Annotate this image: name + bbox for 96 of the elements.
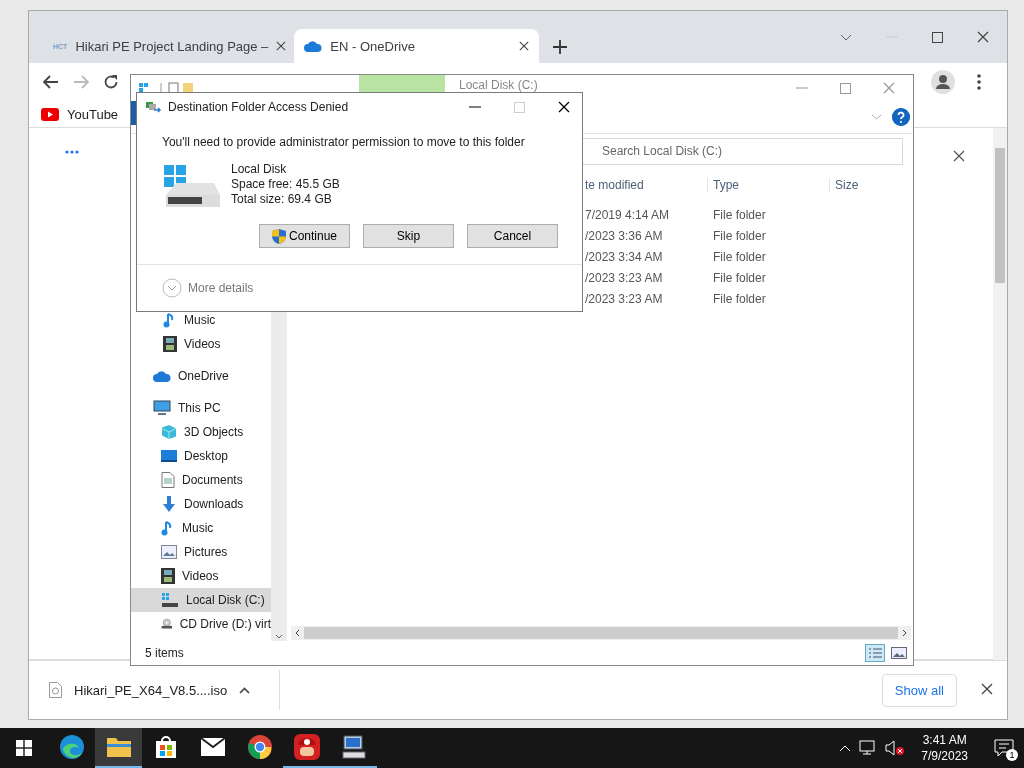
scroll-down-icon[interactable] <box>274 634 283 639</box>
network-icon[interactable] <box>859 740 878 756</box>
table-cell-text: /2023 3:23 AM <box>584 291 664 306</box>
shield-icon <box>271 228 286 244</box>
scroll-right-icon[interactable] <box>902 629 908 637</box>
bookmark-link[interactable]: YouTube <box>67 106 119 122</box>
folder-icon[interactable] <box>105 736 132 758</box>
nav-item[interactable]: Videos <box>131 332 271 356</box>
show-all-button[interactable]: Show all <box>881 673 957 707</box>
nav-item[interactable]: Desktop <box>131 444 271 468</box>
profile-avatar-icon[interactable] <box>931 70 955 94</box>
taskbar-button[interactable] <box>95 728 142 768</box>
tab-close-icon[interactable] <box>519 41 530 51</box>
dialog-button[interactable]: Skip <box>363 224 454 248</box>
drive-name: Local Disk <box>231 163 288 176</box>
chevron-down-icon[interactable] <box>840 33 852 41</box>
clock[interactable]: 3:41 AM 7/9/2023 <box>913 732 976 764</box>
notification-count: 1 <box>1006 749 1018 761</box>
browser-tab[interactable]: EN - OneDrive <box>294 29 540 63</box>
more-dots-icon[interactable] <box>65 150 79 154</box>
download-arrow-icon <box>161 496 177 512</box>
new-tab-icon[interactable] <box>553 40 568 54</box>
table-cell-text: File folder <box>712 249 767 264</box>
column-header[interactable]: te modified <box>583 178 707 192</box>
cube-icon <box>161 424 177 440</box>
total-size: Total size: 69.4 GB <box>231 193 333 206</box>
file-icon <box>49 682 62 698</box>
download-bar-close-icon[interactable] <box>981 682 993 695</box>
drive-icon <box>161 592 179 608</box>
windows-start-icon[interactable] <box>16 740 32 756</box>
browser-wave-icon[interactable] <box>58 734 85 760</box>
chevron-up-icon[interactable] <box>839 744 852 752</box>
download-filename[interactable]: Hikari_PE_X64_V8.5....iso <box>74 682 228 698</box>
film-icon <box>161 568 175 584</box>
speaker-muted-icon[interactable] <box>885 740 906 756</box>
table-cell-text: File folder <box>712 270 767 285</box>
table-cell-text: 7/2019 4:14 AM <box>584 207 671 222</box>
monitor-icon <box>153 400 171 416</box>
window-title: Local Disk (C:) <box>459 77 538 92</box>
document-icon <box>161 472 175 488</box>
kebab-menu-icon[interactable] <box>977 74 981 90</box>
cloud-icon <box>304 40 323 52</box>
reload-icon[interactable] <box>103 74 119 90</box>
film-icon <box>163 336 177 352</box>
nav-item[interactable]: 3D Objects <box>131 420 271 444</box>
nav-item[interactable]: Music <box>131 308 271 332</box>
dialog-button[interactable]: Continue <box>259 224 350 248</box>
nav-item[interactable]: Local Disk (C:) <box>131 588 271 612</box>
picture-icon <box>161 545 177 559</box>
nav-item[interactable]: Downloads <box>131 492 271 516</box>
item-count: 5 items <box>145 646 184 660</box>
play-logo-icon <box>41 107 59 121</box>
close-icon[interactable] <box>558 101 570 113</box>
desktop-icon <box>161 449 177 463</box>
help-icon[interactable] <box>892 108 910 126</box>
nav-item[interactable]: Music <box>131 516 271 540</box>
mail-icon[interactable] <box>199 737 226 757</box>
column-header[interactable]: Size <box>829 178 909 192</box>
scroll-left-icon[interactable] <box>294 629 300 637</box>
hard-drive-icon <box>162 163 222 209</box>
tab-close-icon[interactable] <box>276 41 287 51</box>
table-cell-text: File folder <box>712 291 767 306</box>
game-icon[interactable] <box>292 733 321 761</box>
table-cell-text: File folder <box>712 228 767 243</box>
scrollbar[interactable] <box>291 626 911 640</box>
close-icon[interactable] <box>977 31 989 43</box>
nav-item[interactable]: Documents <box>131 468 271 492</box>
nav-item[interactable]: This PC <box>131 396 271 420</box>
computer-icon[interactable] <box>340 734 367 760</box>
more-details-link[interactable]: More details <box>188 281 254 295</box>
space-free: Space free: 45.5 GB <box>231 178 340 191</box>
move-icon <box>146 101 162 113</box>
maximize-icon[interactable] <box>932 31 943 43</box>
table-cell-text: File folder <box>712 207 767 222</box>
dialog-button[interactable]: Cancel <box>467 224 558 248</box>
nav-item[interactable]: OneDrive <box>131 364 271 388</box>
thumbnail-view-icon[interactable] <box>891 647 907 659</box>
nav-item[interactable]: CD Drive (D:) virt <box>131 612 271 636</box>
caret-up-icon[interactable] <box>239 686 251 694</box>
back-arrow-icon[interactable] <box>43 75 59 89</box>
notification-icon[interactable] <box>994 739 1014 757</box>
dialog-message: You'll need to provide administrator permission to move to this folder <box>162 135 526 149</box>
chrome-icon[interactable] <box>246 734 273 760</box>
table-cell-text: /2023 3:36 AM <box>584 228 664 243</box>
table-cell-text: /2023 3:34 AM <box>584 249 664 264</box>
cloud-icon <box>153 370 171 382</box>
maximize-icon <box>514 101 525 113</box>
shopping-bag-icon[interactable] <box>153 735 178 759</box>
nav-item[interactable]: Videos <box>131 564 271 588</box>
scrollbar[interactable] <box>993 128 1007 660</box>
table-cell-text: /2023 3:23 AM <box>584 270 664 285</box>
dialog-title: Destination Folder Access Denied <box>168 100 349 114</box>
column-header[interactable]: Type <box>707 178 829 192</box>
nav-item[interactable]: Pictures <box>131 540 271 564</box>
cd-drive-icon <box>161 616 173 632</box>
panel-close-icon[interactable] <box>953 150 965 162</box>
